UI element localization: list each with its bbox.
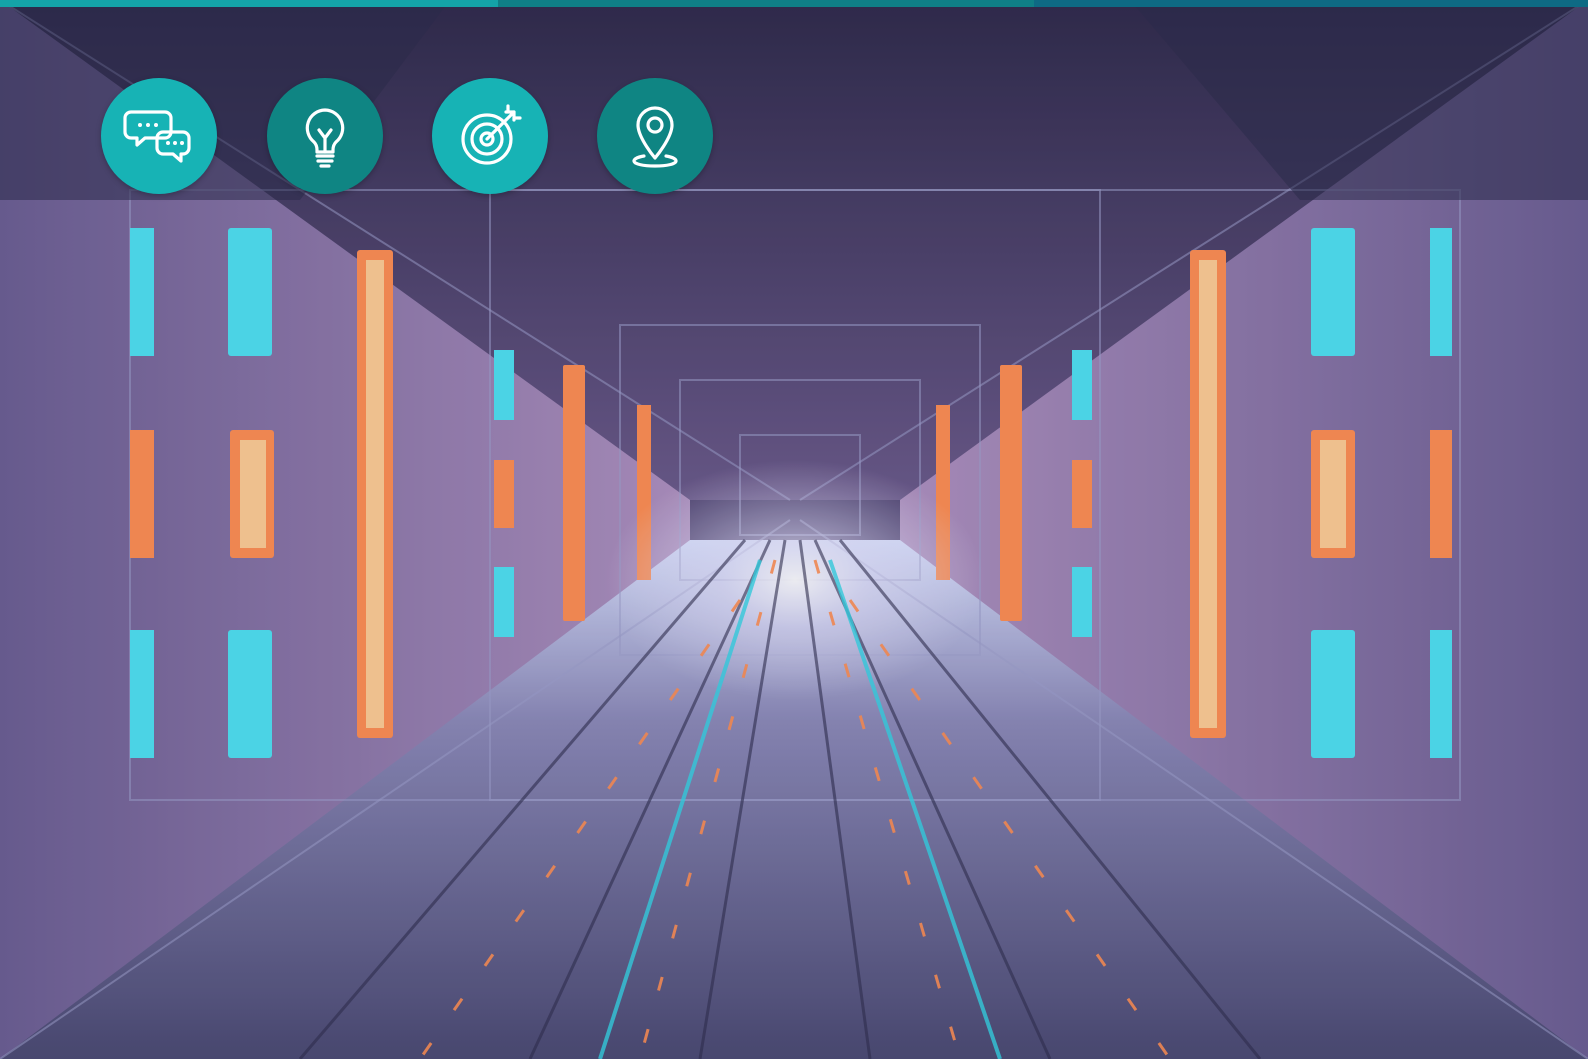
target-button[interactable] — [432, 78, 548, 194]
location-pin-button[interactable] — [597, 78, 713, 194]
lightbulb-icon — [305, 108, 345, 168]
top-accent-bar — [0, 0, 1588, 7]
top-accent-bar-segment — [1034, 0, 1588, 7]
top-accent-bar-segment — [0, 0, 498, 7]
target-icon — [461, 104, 522, 165]
location-pin-icon — [632, 106, 678, 168]
corridor-background-image — [0, 0, 1588, 1059]
lightbulb-button[interactable] — [267, 78, 383, 194]
chat-bubbles-icon — [123, 110, 191, 163]
top-accent-bar-segment — [498, 0, 1034, 7]
chat-bubbles-button[interactable] — [101, 78, 217, 194]
